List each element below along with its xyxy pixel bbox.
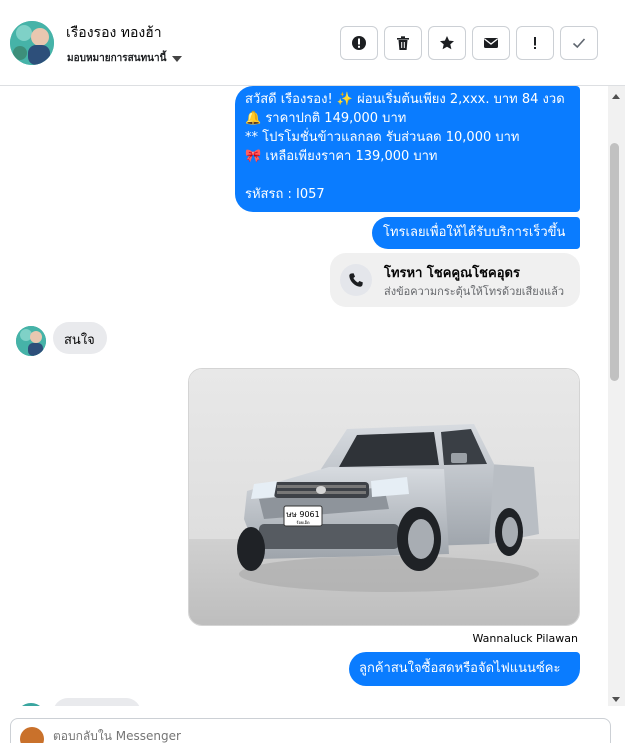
alert-circle-icon	[352, 36, 366, 50]
caret-down-icon	[172, 56, 183, 62]
scrollbar-thumb[interactable]	[610, 143, 619, 381]
delete-button[interactable]	[384, 26, 422, 60]
contact-avatar[interactable]	[10, 21, 54, 65]
sender-avatar[interactable]	[16, 703, 46, 706]
scroll-down-arrow-icon[interactable]	[612, 697, 620, 702]
promo-line: ** โปรโมชั่นข้าวแลกลด รับส่วนลด 10,000 บ…	[245, 130, 520, 145]
car-photo-attachment[interactable]: ษษ 9061 ร้อยเอ็ด	[188, 368, 580, 626]
outgoing-message-call-prompt[interactable]: โทรเลยเพื่อให้ได้รับบริการเร็วขึ้น	[372, 217, 580, 249]
outgoing-message-question[interactable]: ลูกค้าสนใจซื้อสดหรือจัดไฟแนนซ์คะ	[349, 652, 580, 686]
phone-icon	[340, 264, 372, 296]
mark-done-button[interactable]	[560, 26, 598, 60]
promo-line: รหัสรถ : I057	[245, 187, 325, 202]
call-card-subtitle: ส่งข้อความกระตุ้นให้โทรด้วยเสียงแล้ว	[384, 285, 565, 298]
sender-avatar[interactable]	[16, 326, 46, 356]
mark-unread-button[interactable]	[472, 26, 510, 60]
exclamation-icon	[534, 37, 536, 49]
incoming-message[interactable]	[53, 698, 141, 706]
report-spam-button[interactable]	[340, 26, 378, 60]
outgoing-message-promo[interactable]: สวัสดี เรืองรอง! ✨ ผ่อนเริ่มต้นเพียง 2,x…	[235, 86, 580, 212]
envelope-icon	[484, 38, 498, 48]
promo-line: 🔔 ราคาปกติ 149,000 บาท	[245, 111, 407, 126]
promo-line: สวัสดี เรืองรอง! ✨ ผ่อนเริ่มต้นเพียง 2,x…	[245, 92, 565, 107]
star-icon	[440, 36, 454, 50]
checkmark-icon	[572, 38, 586, 49]
trash-icon	[397, 36, 409, 50]
header-actions	[340, 26, 598, 60]
conversation-header: เรืองรอง ทองฮ้า มอบหมายการสนทนานี้	[0, 0, 625, 86]
incoming-message[interactable]: สนใจ	[53, 322, 107, 354]
plate-subtext: ร้อยเอ็ด	[296, 519, 310, 525]
contact-name[interactable]: เรืองรอง ทองฮ้า	[66, 22, 162, 44]
scroll-up-arrow-icon[interactable]	[612, 94, 620, 99]
promo-line	[245, 166, 570, 185]
plate-text: ษษ 9061	[286, 510, 319, 519]
assign-label: มอบหมายการสนทนานี้	[67, 53, 167, 64]
message-list[interactable]: สวัสดี เรืองรอง! ✨ ผ่อนเริ่มต้นเพียง 2,x…	[0, 86, 608, 706]
sender-name: Wannaluck Pilawan	[472, 632, 579, 645]
page-avatar	[20, 727, 44, 743]
call-card-title: โทรหา โชคคูณโชคอุดร	[384, 266, 520, 281]
messenger-thread: เรืองรอง ทองฮ้า มอบหมายการสนทนานี้ สวัสด…	[0, 0, 625, 743]
assign-conversation-dropdown[interactable]: มอบหมายการสนทนานี้	[67, 51, 183, 66]
call-card[interactable]: โทรหา โชคคูณโชคอุดร ส่งข้อความกระตุ้นให้…	[330, 253, 580, 307]
message-composer[interactable]	[10, 718, 611, 743]
promo-line: 🎀 เหลือเพียงราคา 139,000 บาท	[245, 149, 438, 164]
reply-input[interactable]	[53, 729, 553, 743]
follow-up-button[interactable]	[516, 26, 554, 60]
star-button[interactable]	[428, 26, 466, 60]
